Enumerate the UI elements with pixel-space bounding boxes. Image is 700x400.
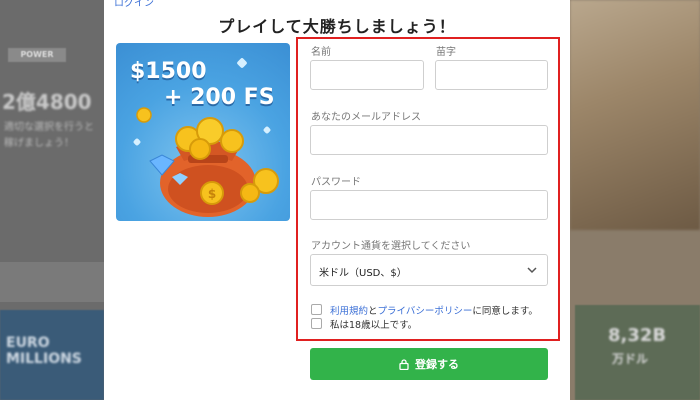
email-label: あなたのメールアドレス <box>311 112 421 123</box>
currency-selected-value: 米ドル（USD、$） <box>319 268 407 279</box>
last-name-input[interactable] <box>435 60 548 90</box>
password-input[interactable] <box>310 190 548 220</box>
terms-checkbox[interactable] <box>311 304 322 315</box>
register-button[interactable]: 登録する <box>310 348 548 380</box>
bonus-banner: $1500 + 200 FS $ <box>116 43 290 221</box>
modal-title: プレイして大勝ちしましょう！ <box>218 17 456 36</box>
last-name-label: 苗字 <box>436 47 456 58</box>
currency-label: アカウント通貨を選択してください <box>311 241 471 252</box>
age-text: 私は18歳以上です。 <box>330 320 418 331</box>
background-right-amount: 8,32B <box>608 325 667 346</box>
background-right-unit: 万ドル <box>612 352 649 366</box>
lock-icon <box>399 358 409 370</box>
money-bag-icon: $ <box>136 107 279 217</box>
password-label: パスワード <box>311 177 361 188</box>
email-input[interactable] <box>310 125 548 155</box>
first-name-input[interactable] <box>310 60 424 90</box>
background-lottery-card-text: EURO MILLIONS <box>6 335 82 367</box>
register-button-label: 登録する <box>415 358 459 371</box>
terms-link[interactable]: 利用規約 <box>330 306 368 317</box>
background-photo <box>570 0 700 230</box>
terms-text: 利用規約とプライバシーポリシーに同意します。 <box>330 306 538 317</box>
background-jackpot-text: 2億4800 <box>2 90 92 114</box>
chevron-down-icon <box>527 267 537 274</box>
age-checkbox[interactable] <box>311 318 322 329</box>
login-link[interactable]: ログイン <box>114 0 154 9</box>
background-subtext: 適切な選択を行うと 稼げましょう！ <box>4 122 94 149</box>
first-name-label: 名前 <box>311 47 331 58</box>
background-brand: POWER <box>8 48 66 62</box>
currency-select[interactable]: 米ドル（USD、$） <box>310 254 548 286</box>
svg-text:$: $ <box>208 187 216 201</box>
privacy-link[interactable]: プライバシーポリシー <box>378 306 473 317</box>
